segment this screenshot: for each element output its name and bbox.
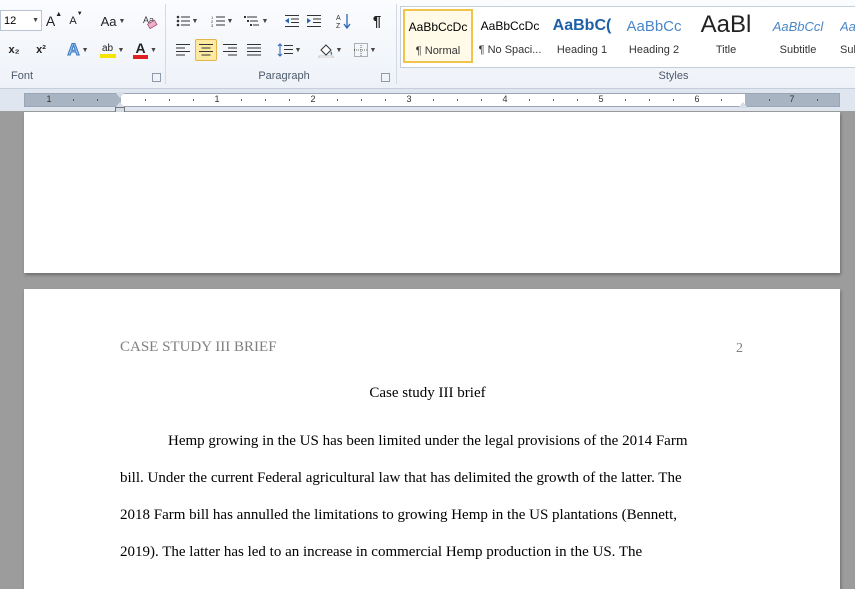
- ruler-number: 5: [598, 94, 604, 104]
- divider: [165, 4, 166, 84]
- align-left-button[interactable]: [172, 39, 194, 61]
- align-right-icon: [223, 44, 237, 56]
- clear-formatting-icon: Aa: [143, 15, 158, 29]
- style-subtitle[interactable]: AaBbCcl Subtitle: [763, 9, 833, 63]
- sort-icon: AZ: [336, 14, 351, 29]
- highlight-color-button[interactable]: ab ▼: [96, 39, 128, 61]
- ruler-number: 6: [694, 94, 700, 104]
- style-normal[interactable]: AaBbCcDc ¶ Normal: [403, 9, 473, 63]
- clear-formatting-button[interactable]: Aa: [140, 10, 160, 32]
- decrease-indent-button[interactable]: [282, 10, 302, 32]
- chevron-down-icon: ▼: [32, 17, 39, 24]
- numbering-button[interactable]: 1 2 3 ▼: [206, 10, 238, 32]
- highlighter-icon: ab: [99, 43, 116, 58]
- svg-text:3: 3: [211, 23, 214, 27]
- divider: [396, 4, 397, 84]
- style-heading-1[interactable]: AaBbC( Heading 1: [547, 9, 617, 63]
- paragraph-group-label: Paragraph: [258, 70, 310, 82]
- text-effects-icon: A: [67, 40, 80, 60]
- style-title[interactable]: AaBl Title: [691, 9, 761, 63]
- increase-indent-icon: [307, 15, 321, 27]
- paragraph-dialog-launcher[interactable]: [381, 73, 390, 82]
- align-center-icon: [199, 44, 213, 56]
- show-hide-marks-button[interactable]: ¶: [367, 10, 387, 32]
- horizontal-ruler[interactable]: 1 1 2 3 4 5 6 7: [24, 93, 840, 107]
- style-subtle-emphasis[interactable]: Aa Sub: [835, 9, 855, 63]
- justify-button[interactable]: [243, 39, 265, 61]
- svg-text:Z: Z: [336, 23, 341, 29]
- ruler-number: 3: [406, 94, 412, 104]
- text-effects-button[interactable]: A ▼: [64, 39, 92, 61]
- align-center-button[interactable]: [195, 39, 217, 61]
- document-title: Case study III brief: [369, 385, 486, 401]
- ribbon: 12 ▼ A ▲ A ▼ Aa ▼ Aa x₂ x² A ▼ ab ▼ A ▼ Font…: [0, 0, 855, 89]
- justify-icon: [247, 44, 261, 56]
- svg-text:A: A: [336, 15, 341, 22]
- styles-group-label: Styles: [658, 70, 689, 82]
- font-color-swatch: [133, 54, 149, 59]
- line-spacing-icon: [277, 43, 293, 57]
- first-line-indent-marker[interactable]: [115, 92, 125, 98]
- superscript-button[interactable]: x²: [30, 39, 52, 61]
- page-header-title: CASE STUDY III BRIEF: [120, 339, 277, 355]
- body-line: 2018 Farm bill has annulled the limitati…: [120, 507, 678, 523]
- align-right-button[interactable]: [219, 39, 241, 61]
- body-line: bill. Under the current Federal agricult…: [120, 470, 682, 486]
- ruler-number: 4: [502, 94, 508, 104]
- style-heading-2[interactable]: AaBbCc Heading 2: [619, 9, 689, 63]
- font-color-button[interactable]: A ▼: [132, 39, 158, 61]
- page-number: 2: [736, 341, 743, 356]
- paint-bucket-icon: [318, 44, 333, 58]
- right-indent-marker[interactable]: [738, 102, 748, 108]
- ruler-number: 1: [46, 94, 52, 104]
- multilevel-list-button[interactable]: ▼: [240, 10, 272, 32]
- pilcrow-icon: ¶: [372, 12, 382, 30]
- shading-button[interactable]: ▼: [314, 39, 346, 61]
- ruler-bar: 1 1 2 3 4 5 6 7: [0, 89, 855, 111]
- font-size-box[interactable]: 12 ▼: [0, 10, 42, 31]
- ruler-number: 7: [789, 94, 795, 104]
- ruler-number: 2: [310, 94, 316, 104]
- font-color-icon: A: [133, 41, 149, 59]
- subscript-button[interactable]: x₂: [0, 39, 28, 61]
- multilevel-list-icon: [243, 16, 259, 26]
- numbering-icon: 123: [211, 15, 225, 27]
- grow-font-button[interactable]: A ▲: [44, 10, 64, 32]
- decrease-indent-icon: [285, 15, 299, 27]
- font-group-label: Font: [10, 70, 33, 82]
- bullets-icon: [176, 15, 190, 27]
- line-spacing-button[interactable]: ▼: [274, 39, 304, 61]
- borders-button[interactable]: ▼: [350, 39, 380, 61]
- increase-indent-button[interactable]: [304, 10, 324, 32]
- decrease-icon: ▼: [76, 11, 83, 17]
- shrink-font-button[interactable]: A ▼: [66, 10, 86, 32]
- page-1-bottom[interactable]: [24, 112, 840, 273]
- align-left-icon: [176, 44, 190, 56]
- chevron-down-icon: ▼: [118, 17, 126, 25]
- body-line: Hemp growing in the US has been limited …: [168, 433, 688, 449]
- bullets-button[interactable]: ▼: [172, 10, 202, 32]
- increase-icon: ▲: [55, 11, 63, 18]
- ruler-number: 1: [214, 94, 220, 104]
- font-size-value: 12: [4, 14, 17, 27]
- change-case-button[interactable]: Aa ▼: [96, 10, 130, 32]
- sort-button[interactable]: AZ: [333, 10, 355, 32]
- font-dialog-launcher[interactable]: [152, 73, 161, 82]
- body-line: 2019). The latter has led to an increase…: [120, 544, 643, 560]
- highlight-color-swatch: [99, 53, 116, 58]
- borders-icon: [353, 43, 368, 57]
- styles-gallery: AaBbCcDc ¶ Normal AaBbCcDc ¶ No Spaci...…: [400, 6, 855, 68]
- style-no-spacing[interactable]: AaBbCcDc ¶ No Spaci...: [475, 9, 545, 63]
